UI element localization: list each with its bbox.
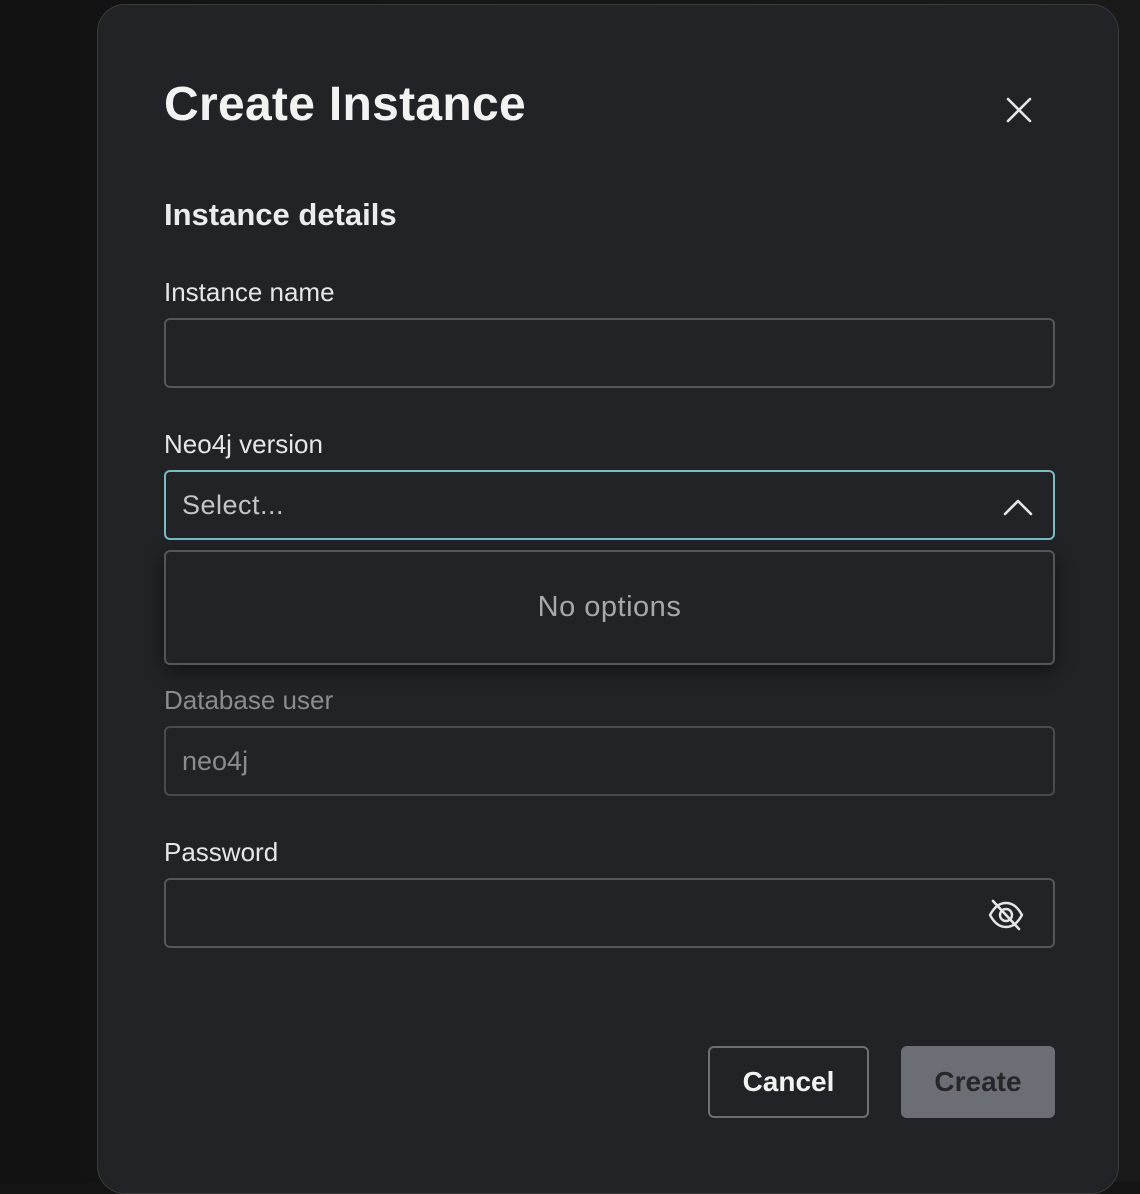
cancel-button[interactable]: Cancel [708, 1046, 869, 1118]
neo4j-version-label: Neo4j version [164, 429, 323, 459]
chevron-up-icon[interactable] [1001, 490, 1035, 524]
close-icon [1006, 97, 1032, 123]
database-user-label: Database user [164, 685, 334, 715]
database-user-input: neo4j [164, 726, 1055, 796]
eye-off-icon[interactable] [987, 896, 1025, 934]
dialog-title: Create Instance [164, 78, 526, 131]
section-title-instance-details: Instance details [164, 197, 397, 232]
neo4j-version-select[interactable]: Select... [164, 470, 1055, 540]
database-user-value: neo4j [182, 745, 249, 776]
create-instance-dialog: Create Instance Instance details Instanc… [97, 4, 1119, 1194]
no-options-text: No options [537, 591, 682, 623]
neo4j-version-dropdown: No options [164, 550, 1055, 665]
create-button[interactable]: Create [901, 1046, 1055, 1118]
instance-name-input[interactable] [164, 318, 1055, 388]
instance-name-label: Instance name [164, 277, 335, 307]
close-button[interactable] [998, 89, 1040, 131]
password-input[interactable] [164, 878, 1055, 948]
password-label: Password [164, 837, 279, 867]
neo4j-version-placeholder: Select... [182, 489, 285, 520]
